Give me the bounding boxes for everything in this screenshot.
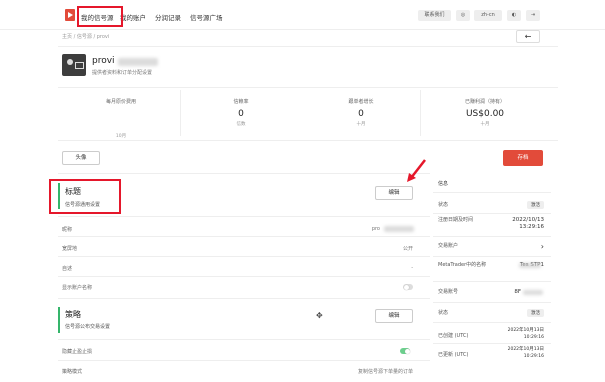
stat-label: 每月原价费用 — [105, 99, 136, 105]
info-value: 2022年10月13日 10:29:16 — [507, 328, 544, 340]
info-label: 状态 — [438, 202, 449, 208]
row-value: 复制信号源下单量的订单 — [357, 369, 413, 375]
show-account-name-toggle[interactable] — [403, 284, 413, 290]
divider — [58, 236, 430, 237]
info-label: 交易账户 — [438, 243, 459, 249]
info-panel: 信息 状态 激活 注册日期及时间 2022/10/13 13:29:16 交易账… — [433, 176, 551, 382]
row-label: 隐藏止盈止损 — [62, 349, 93, 355]
nav-profit-records[interactable]: 分润记录 — [155, 12, 181, 22]
row-value: pro — [371, 226, 380, 232]
highlight-box-title — [49, 179, 121, 214]
info-label: 注册日期及时间 — [438, 217, 474, 223]
divider — [58, 87, 558, 88]
nav-signal-plaza[interactable]: 信号源广场 — [190, 12, 223, 22]
divider — [58, 173, 430, 174]
redacted-value — [523, 290, 543, 295]
stat-label: 信赖率 — [233, 99, 249, 105]
stat-sub: 信数 — [236, 122, 246, 127]
edit-title-button[interactable]: 编辑 — [375, 186, 413, 200]
separator — [180, 90, 181, 136]
red-arrow-icon — [407, 159, 426, 182]
edit-strategy-button[interactable]: 编辑 — [375, 309, 413, 323]
row-label: 昵称 — [62, 227, 73, 233]
row-value: - — [411, 265, 413, 271]
divider — [58, 339, 430, 340]
drag-handle-icon[interactable]: ✥ — [316, 311, 323, 320]
avatar-button[interactable]: 头像 — [62, 151, 100, 165]
redacted-value — [519, 263, 541, 268]
divider — [58, 256, 430, 257]
divider — [433, 213, 551, 214]
info-label: MetaTrader中的名称 — [438, 262, 487, 268]
contact-us-button[interactable]: 联系我们 — [418, 10, 451, 21]
stat-sub: 十月 — [356, 122, 366, 127]
divider — [433, 236, 551, 237]
stat-label: 跟单者增长 — [348, 99, 374, 105]
chevron-right-icon[interactable]: › — [541, 243, 544, 251]
info-label: 交易账号 — [438, 289, 459, 295]
row-label: 显示账户名称 — [62, 285, 93, 291]
stat-follower-growth: 跟单者增长 0 十月 — [320, 98, 402, 127]
provider-avatar-icon — [62, 54, 86, 76]
provider-name: provi — [92, 56, 115, 66]
divider — [58, 298, 430, 299]
row-label: 自述 — [62, 266, 73, 272]
settings-icon[interactable]: ◎ — [456, 10, 470, 21]
info-value: 2022/10/13 13:29:16 — [512, 217, 544, 230]
row-label: 策略模式 — [62, 369, 83, 375]
info-value: 2022年10月13日 10:29:16 — [507, 347, 544, 359]
logout-icon[interactable]: ⇥ — [526, 10, 540, 21]
top-navbar: 我的信号源 我的账户 分润记录 信号源广场 联系我们 ◎ zh-cn ◐ ⇥ — [0, 0, 605, 30]
row-value: 公开 — [402, 246, 413, 252]
info-label: 状态 — [438, 310, 449, 316]
provider-subtitle: 提供者资料和订单分配设置 — [92, 70, 153, 76]
stat-profit: 已赚利润（持有） US$0.00 十月 — [440, 98, 530, 127]
divider — [58, 216, 430, 217]
divider — [433, 322, 551, 323]
info-value: 8F — [514, 289, 521, 295]
stat-sub: 十月 — [480, 122, 490, 127]
divider — [58, 46, 558, 47]
divider — [433, 302, 551, 303]
nav-my-accounts[interactable]: 我的账户 — [120, 12, 146, 22]
section-subtitle: 信号源公布交易设置 — [65, 324, 111, 330]
divider — [433, 192, 551, 193]
divider — [58, 276, 430, 277]
info-label: 已创建 (UTC) — [438, 333, 469, 339]
stat-value: 0 — [358, 109, 364, 119]
divider — [58, 140, 558, 141]
row-label: 宽屏地 — [62, 246, 78, 252]
status-badge: 激活 — [527, 309, 544, 317]
divider — [433, 256, 551, 257]
highlight-box-nav — [77, 6, 123, 27]
separator — [420, 90, 421, 136]
divider — [433, 343, 551, 344]
language-select[interactable]: zh-cn — [474, 10, 502, 21]
breadcrumb[interactable]: 主页 / 信号源 / provi — [62, 33, 109, 40]
section-title: 策略 — [65, 310, 81, 319]
stat-monthly-fee: 每月原价费用 10月 — [80, 98, 162, 139]
stat-value — [80, 109, 162, 121]
hide-tp-sl-toggle[interactable] — [400, 348, 410, 354]
stat-label: 已赚利润（持有） — [464, 99, 505, 105]
archive-button[interactable]: 存档 — [503, 150, 543, 166]
divider — [58, 360, 430, 361]
status-badge: 激活 — [527, 201, 544, 209]
stat-value: US$0.00 — [465, 109, 505, 119]
stat-trust-rate: 信赖率 0 信数 — [200, 98, 282, 127]
stat-value: 0 — [238, 109, 244, 119]
back-button[interactable]: ← — [516, 30, 540, 43]
stat-sub: 10月 — [115, 134, 127, 139]
brand-logo-icon[interactable] — [65, 9, 75, 21]
redacted-value — [384, 226, 414, 232]
theme-toggle-icon[interactable]: ◐ — [507, 10, 521, 21]
info-label: 已更新 (UTC) — [438, 352, 469, 358]
panel-header: 信息 — [438, 181, 449, 187]
section-accent-bar — [58, 307, 60, 333]
redacted-name — [118, 58, 158, 66]
divider — [433, 281, 551, 282]
